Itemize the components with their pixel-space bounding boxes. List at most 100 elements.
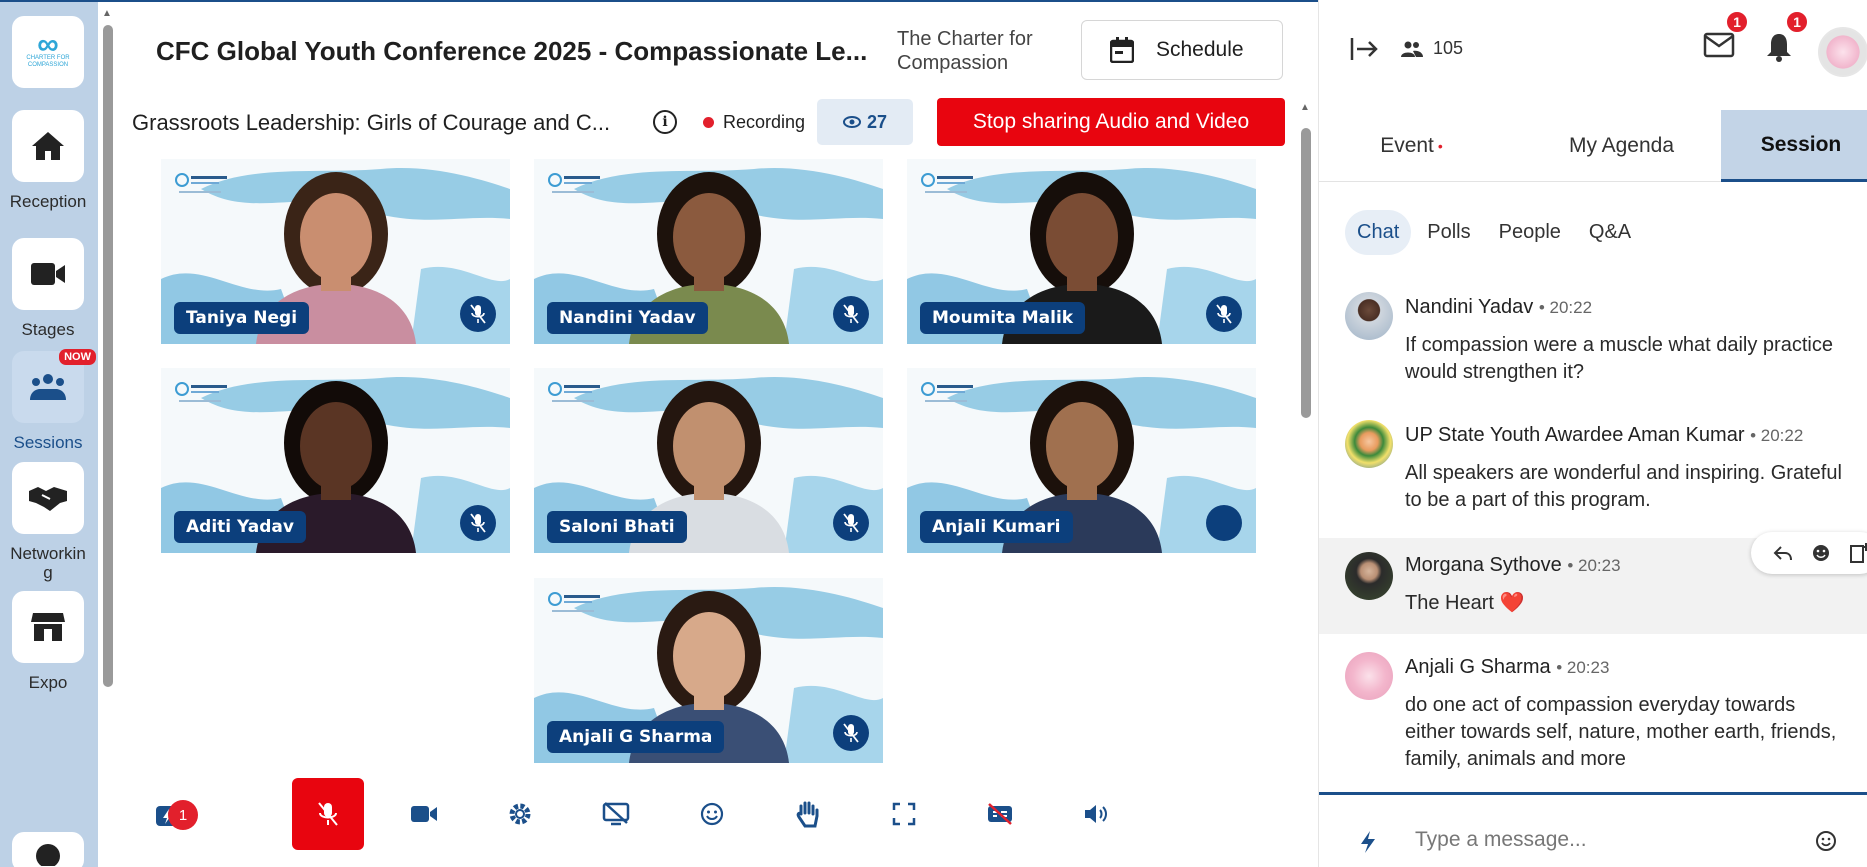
raise-hand-icon [796,801,819,828]
sidebar-item-sessions[interactable]: NOW Sessions [0,349,96,452]
sidebar-tile[interactable] [12,832,84,867]
reply-icon[interactable] [1773,545,1793,561]
message-author-name: UP State Youth Awardee Aman Kumar [1405,424,1745,446]
reactions-button[interactable] [676,778,748,850]
flash-button[interactable]: 1 [132,778,204,850]
message-time: • 20:23 [1556,658,1610,677]
message-author-name: Anjali G Sharma [1405,656,1551,678]
video-tile[interactable]: Nandini Yadav [534,159,883,344]
attendee-count[interactable]: 105 [1401,38,1463,59]
video-tile[interactable]: Anjali Kumari [907,368,1256,553]
raise-hand-button[interactable] [772,778,844,850]
tab-my-agenda[interactable]: My Agenda [1504,110,1739,182]
subtab-qa[interactable]: Q&A [1577,210,1643,255]
scroll-up-arrow-icon[interactable]: ▲ [102,8,112,19]
emoji-icon [1816,831,1836,851]
unread-dot-icon: • [1437,138,1443,154]
subtab-chat[interactable]: Chat [1345,210,1412,255]
viewer-count[interactable]: 27 [817,99,913,145]
video-camera-icon [31,263,65,285]
mic-off-icon [318,802,338,826]
message-author[interactable]: Anjali G Sharma • 20:23 [1405,656,1609,679]
panel-tabs: Event • My Agenda Session [1319,110,1867,182]
conference-badge-icon [921,382,975,412]
video-tile[interactable]: Moumita Malik [907,159,1256,344]
video-tile[interactable]: Taniya Negi [161,159,510,344]
participant-name: Aditi Yadav [174,511,306,543]
sidebar-item-expo[interactable]: Expo [0,591,96,692]
subtab-polls[interactable]: Polls [1415,210,1482,255]
user-avatar[interactable] [1818,27,1867,77]
settings-button[interactable] [484,778,556,850]
screen-share-button[interactable] [580,778,652,850]
eye-icon [842,116,861,128]
quick-actions-button[interactable] [1359,830,1377,859]
schedule-label: Schedule [1156,38,1244,61]
emoji-react-icon[interactable] [1811,543,1831,563]
sidebar-tile[interactable] [12,462,84,534]
tab-label: My Agenda [1568,134,1675,157]
right-panel: 105 1 1 Event • My Agenda Session Chat Po… [1318,0,1867,867]
now-badge: NOW [59,349,96,365]
conference-badge-icon [921,173,975,203]
avatar[interactable] [1345,420,1393,468]
sidebar-item-label: Networking [10,544,86,582]
tab-event[interactable]: Event • [1319,110,1504,182]
chat-subtabs: Chat Polls People Q&A [1345,210,1643,255]
messages-button[interactable]: 1 [1703,10,1749,63]
composer-divider [1319,792,1867,795]
sidebar-tile[interactable] [12,110,84,182]
sidebar-item-more[interactable] [0,832,96,867]
video-tile[interactable]: Saloni Bhati [534,368,883,553]
chat-message: Anjali G Sharma • 20:23 do one act of co… [1319,646,1867,776]
stage-scrollbar[interactable] [1301,128,1311,418]
avatar[interactable] [1345,652,1393,700]
message-text: do one act of compassion everyday toward… [1405,694,1837,770]
sidebar-tile[interactable]: NOW [12,349,96,423]
schedule-button[interactable]: Schedule [1081,20,1283,80]
sidebar-item-reception[interactable]: Reception [0,110,96,211]
message-author[interactable]: UP State Youth Awardee Aman Kumar • 20:2… [1405,424,1803,447]
audience-icon [30,374,66,400]
scroll-up-arrow-icon[interactable]: ▲ [1300,102,1310,113]
stop-sharing-button[interactable]: Stop sharing Audio and Video [937,98,1285,146]
session-title: Grassroots Leadership: Girls of Courage … [132,110,611,135]
sidebar-scrollbar[interactable] [103,25,113,687]
exit-button[interactable] [1349,36,1379,67]
info-icon[interactable]: i [653,110,677,134]
speaker-button[interactable] [1060,778,1132,850]
charter-logo[interactable]: ∞ CHARTER FOR COMPASSION [12,16,84,88]
avatar[interactable] [1345,292,1393,340]
tab-session[interactable]: Session [1721,110,1867,182]
sidebar-tile[interactable] [12,238,84,310]
video-tile[interactable]: Aditi Yadav [161,368,510,553]
emoji-picker-button[interactable] [1815,830,1837,857]
message-author[interactable]: Nandini Yadav • 20:22 [1405,296,1592,319]
notifications-button[interactable]: 1 [1765,10,1809,67]
app-window: ∞ CHARTER FOR COMPASSION Reception Stage… [0,0,1867,867]
mic-toggle-button[interactable] [292,778,364,850]
add-sticker-icon[interactable] [1849,542,1867,564]
video-tile[interactable]: Anjali G Sharma [534,578,883,763]
fullscreen-button[interactable] [868,778,940,850]
sidebar-item-stages[interactable]: Stages [0,238,96,339]
attendee-count-value: 105 [1433,38,1464,58]
message-author-name: Morgana Sythove [1405,554,1562,576]
message-time: • 20:22 [1750,426,1804,445]
sidebar-item-networking[interactable]: Networking [0,462,96,582]
subtab-people[interactable]: People [1487,210,1573,255]
message-input[interactable]: Type a message... [1415,828,1587,852]
organization-name[interactable]: The Charter for Compassion [897,27,1057,75]
captions-button[interactable] [964,778,1036,850]
camera-button[interactable] [388,778,460,850]
message-text: The Heart ❤️ [1405,590,1845,617]
mail-icon [1703,32,1735,58]
message-author-name: Nandini Yadav [1405,296,1534,318]
notification-badge: 1 [168,800,198,830]
sidebar-tile[interactable] [12,591,84,663]
participant-name: Anjali G Sharma [547,721,725,753]
message-author[interactable]: Morgana Sythove • 20:23 [1405,554,1621,577]
fullscreen-icon [892,802,916,826]
speaker-icon [1085,805,1107,823]
avatar[interactable] [1345,552,1393,600]
